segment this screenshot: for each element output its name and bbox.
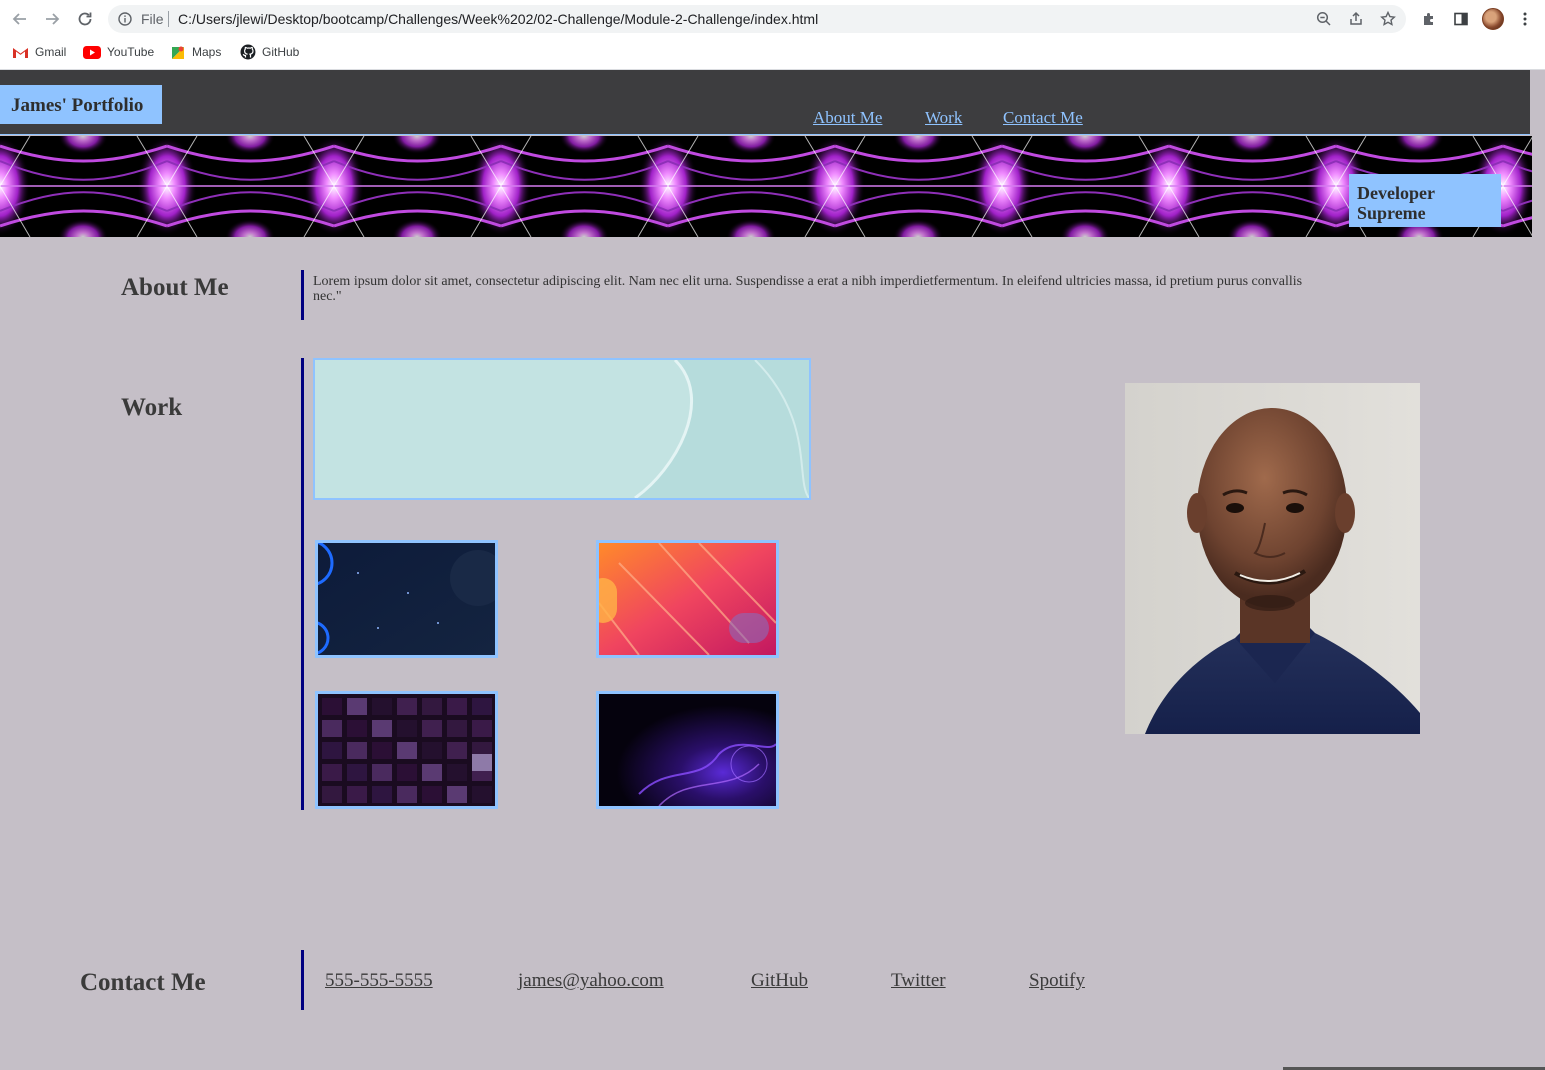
youtube-icon — [83, 45, 101, 59]
hero-banner: Developer Supreme — [0, 136, 1532, 237]
contact-github-link[interactable]: GitHub — [751, 970, 808, 992]
github-icon — [240, 44, 256, 60]
contact-divider — [301, 950, 304, 1010]
menu-button[interactable] — [1513, 7, 1537, 31]
star-icon — [1380, 11, 1396, 26]
forward-button[interactable] — [40, 7, 64, 31]
profile-button[interactable] — [1481, 7, 1505, 31]
nav-work[interactable]: Work — [925, 108, 962, 128]
reload-button[interactable] — [73, 7, 97, 31]
hero-tagline: Developer Supreme — [1349, 174, 1501, 227]
site-header: James' Portfolio About Me Work Contact M… — [0, 70, 1530, 135]
about-divider — [301, 270, 304, 320]
hero-pattern — [0, 136, 1532, 237]
gmail-icon — [13, 47, 28, 58]
zoom-button[interactable] — [1314, 9, 1334, 29]
contact-spotify-link[interactable]: Spotify — [1029, 970, 1085, 992]
work-thumb-3[interactable] — [315, 691, 498, 809]
omnibox-divider — [168, 11, 169, 27]
puzzle-icon — [1424, 13, 1433, 25]
contact-phone-link[interactable]: 555-555-5555 — [325, 970, 433, 992]
project-image-2 — [599, 543, 776, 655]
bookmark-label: Gmail — [35, 45, 67, 59]
side-panel-icon — [1454, 12, 1468, 26]
bookmarks-bar: Gmail YouTube Maps GitHub — [0, 38, 1545, 69]
arrow-right-icon — [46, 13, 60, 25]
work-divider — [301, 358, 304, 810]
bookmark-label: YouTube — [107, 45, 155, 59]
profile-photo — [1125, 383, 1420, 734]
work-featured-image[interactable] — [313, 358, 811, 500]
kebab-menu-icon — [1523, 12, 1527, 26]
address-bar[interactable]: File C:/Users/jlewi/Desktop/bootcamp/Cha… — [108, 5, 1406, 33]
contact-twitter-link[interactable]: Twitter — [891, 970, 946, 992]
project-image-4 — [599, 694, 776, 806]
back-button[interactable] — [8, 7, 32, 31]
bookmark-youtube[interactable]: YouTube — [83, 42, 154, 62]
site-logo: James' Portfolio — [0, 85, 162, 124]
reload-icon — [78, 12, 92, 26]
maps-icon — [172, 46, 184, 59]
bookmark-github[interactable]: GitHub — [240, 42, 299, 62]
extensions-button[interactable] — [1417, 7, 1441, 31]
file-label: File — [141, 11, 164, 27]
bookmark-star-button[interactable] — [1378, 9, 1398, 29]
featured-project-image — [315, 360, 809, 498]
page: James' Portfolio About Me Work Contact M… — [0, 70, 1545, 1070]
info-icon[interactable] — [118, 12, 132, 26]
work-thumb-1[interactable] — [315, 540, 498, 658]
side-panel-button[interactable] — [1449, 7, 1473, 31]
bookmark-gmail[interactable]: Gmail — [12, 42, 66, 62]
zoom-out-icon — [1316, 11, 1331, 26]
project-image-1 — [318, 543, 495, 655]
bookmark-label: GitHub — [262, 45, 300, 59]
nav-contact-me[interactable]: Contact Me — [1003, 108, 1083, 128]
nav-about-me[interactable]: About Me — [813, 108, 882, 128]
work-thumb-2[interactable] — [596, 540, 779, 658]
bookmark-label: Maps — [192, 45, 222, 59]
work-title: Work — [121, 394, 183, 421]
about-title: About Me — [121, 274, 229, 301]
share-icon — [1350, 11, 1362, 25]
arrow-left-icon — [12, 13, 26, 25]
browser-toolbar: File C:/Users/jlewi/Desktop/bootcamp/Cha… — [0, 0, 1545, 38]
contact-email-link[interactable]: james@yahoo.com — [518, 970, 664, 992]
avatar — [1482, 8, 1504, 30]
about-text: Lorem ipsum dolor sit amet, consectetur … — [313, 274, 1303, 304]
portrait-image — [1125, 383, 1420, 734]
share-button[interactable] — [1346, 9, 1366, 29]
project-image-3 — [318, 694, 495, 806]
work-thumb-4[interactable] — [596, 691, 779, 809]
contact-title: Contact Me — [80, 969, 206, 996]
bookmark-maps[interactable]: Maps — [170, 42, 221, 62]
url-text[interactable]: C:/Users/jlewi/Desktop/bootcamp/Challeng… — [178, 11, 818, 27]
browser-chrome: File C:/Users/jlewi/Desktop/bootcamp/Cha… — [0, 0, 1545, 70]
